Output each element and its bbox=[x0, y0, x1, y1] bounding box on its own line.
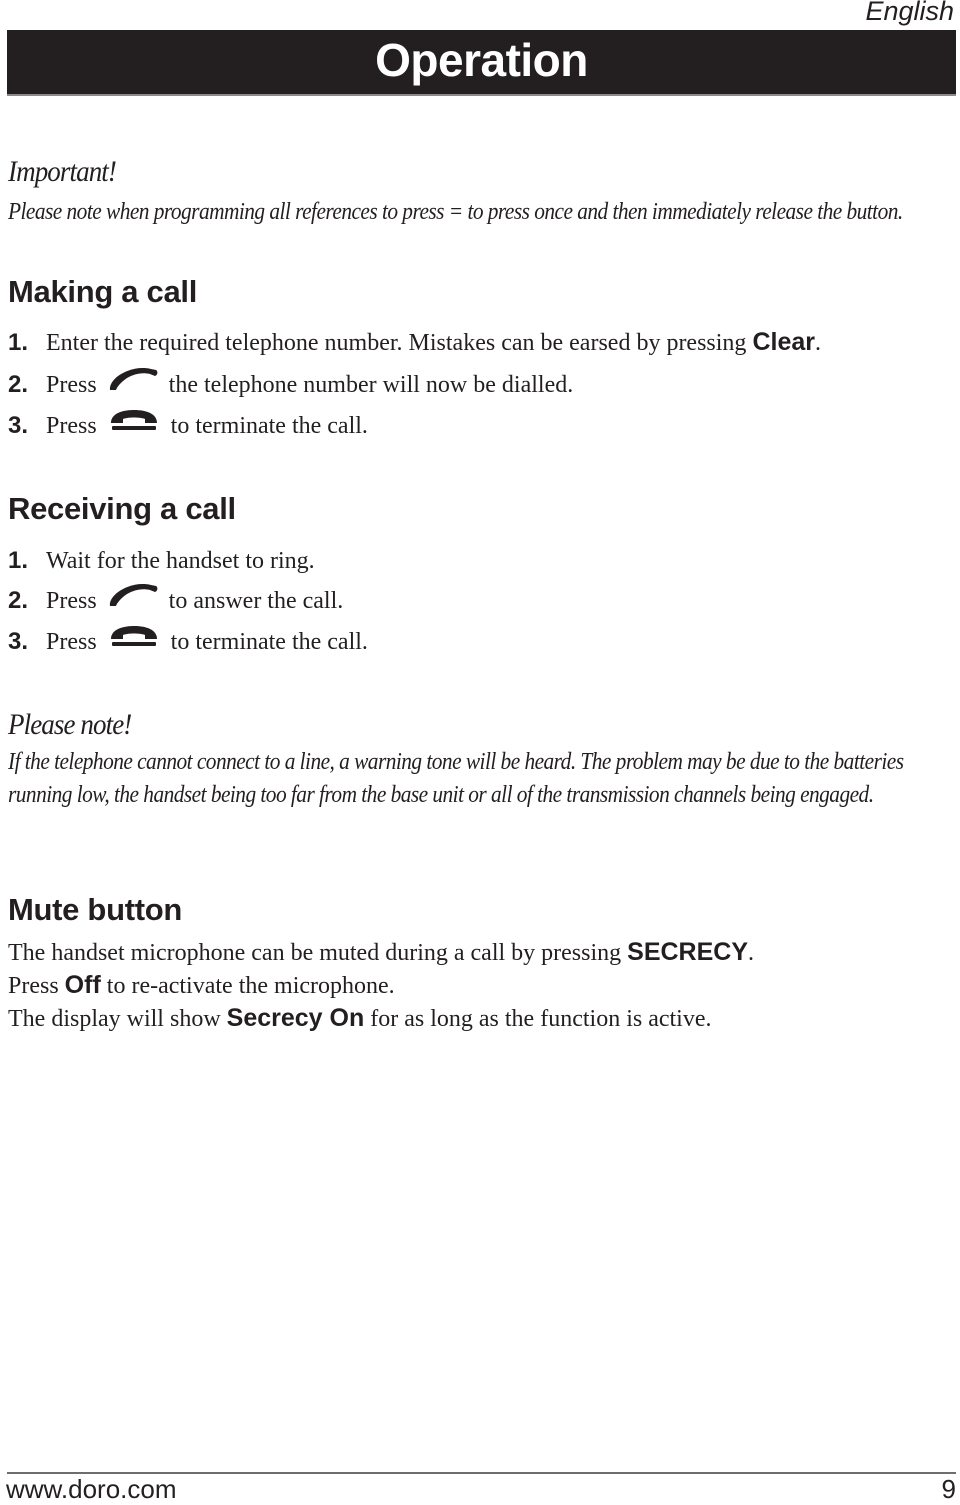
language-label: English bbox=[865, 0, 954, 26]
footer-url: www.doro.com bbox=[6, 1474, 177, 1504]
title-bar: Operation bbox=[7, 30, 956, 96]
important-title: Important! bbox=[8, 155, 117, 188]
step-number: 2. bbox=[8, 371, 29, 398]
important-text: Please note when programming all referen… bbox=[8, 199, 903, 225]
making-call-heading: Making a call bbox=[8, 274, 198, 309]
page-title: Operation bbox=[375, 34, 588, 86]
step-text: Press bbox=[46, 588, 97, 614]
receiving-call-step-1: 1. Wait for the handset to ring. bbox=[8, 544, 315, 578]
step-text: Press bbox=[46, 372, 97, 398]
mute-line-1: The handset microphone can be muted duri… bbox=[8, 938, 755, 966]
step-number: 3. bbox=[8, 412, 29, 439]
making-call-step-3: 3. Press to terminate the call. bbox=[8, 409, 368, 443]
phone-off-hook-icon bbox=[107, 582, 159, 618]
please-note-title: Please note! bbox=[8, 708, 132, 741]
please-note-text: If the telephone cannot connect to a lin… bbox=[8, 749, 904, 808]
phone-on-hook-icon bbox=[107, 624, 161, 658]
step-text: Press bbox=[46, 629, 97, 655]
off-key-label: Off bbox=[64, 971, 101, 999]
secrecy-key-label: SECRECY bbox=[627, 938, 749, 966]
secrecy-on-display-label: Secrecy On bbox=[226, 1004, 365, 1032]
step-number: 1. bbox=[8, 329, 29, 356]
phone-on-hook-icon bbox=[107, 408, 161, 442]
making-call-step-1: 1. Enter the required telephone number. M… bbox=[8, 325, 821, 359]
receiving-call-step-2: 2. Press to answer the call. bbox=[8, 584, 343, 618]
phone-off-hook-icon bbox=[107, 366, 159, 402]
mute-button-heading: Mute button bbox=[8, 892, 183, 927]
receiving-call-step-3: 3. Press to terminate the call. bbox=[8, 625, 368, 659]
step-text: Enter the required telephone number. Mis… bbox=[46, 330, 753, 356]
clear-key-label: Clear bbox=[752, 328, 815, 356]
step-number: 1. bbox=[8, 547, 29, 574]
step-number: 3. bbox=[8, 628, 29, 655]
making-call-step-2: 2. Press the telephone number will now be… bbox=[8, 368, 573, 402]
mute-line-3: The display will show Secrecy On for as … bbox=[8, 1004, 712, 1032]
mute-line-2: Press Off to re-activate the microphone. bbox=[8, 971, 395, 999]
step-text: Press bbox=[46, 413, 97, 439]
step-text: Wait for the handset to ring. bbox=[46, 548, 315, 574]
step-number: 2. bbox=[8, 587, 29, 614]
receiving-call-heading: Receiving a call bbox=[8, 491, 236, 526]
page-number: 9 bbox=[941, 1474, 956, 1504]
